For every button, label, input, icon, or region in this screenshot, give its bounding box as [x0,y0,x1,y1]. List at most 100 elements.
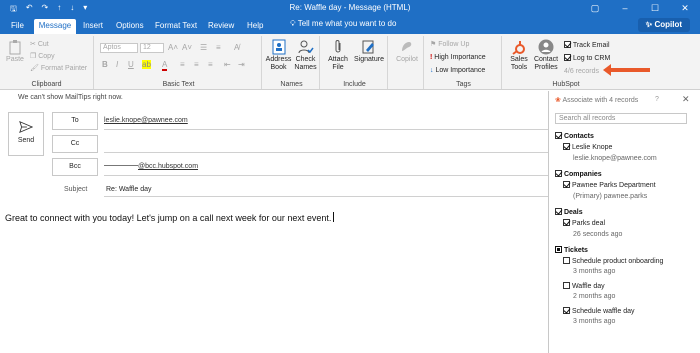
to-field[interactable]: leslie.knope@pawnee.com [104,112,548,130]
subject-field[interactable]: Re: Waffle day [106,186,152,193]
ticket-checkbox[interactable] [563,282,570,289]
copilot-button[interactable]: ✨︎ Copilot [637,18,690,32]
maximize-icon[interactable]: ☐ [640,0,670,16]
tab-review[interactable]: Review [205,19,237,34]
align-right-icon[interactable]: ≡ [208,60,213,69]
high-importance-button[interactable]: ! High Importance [430,53,486,62]
cut-button[interactable]: ✂ Cut [30,40,49,49]
log-to-crm-toggle[interactable]: Log to CRM [564,54,610,63]
ticket-record[interactable]: Schedule product onboarding [563,257,663,265]
tab-format-text[interactable]: Format Text [152,19,200,34]
contacts-section[interactable]: Contacts [555,132,594,140]
tickets-section[interactable]: Tickets [555,246,588,254]
font-size-select[interactable]: 12 [140,43,164,53]
address-book-icon [272,39,285,55]
subject-divider [104,196,548,197]
company-record[interactable]: Pawnee Parks Department [563,181,656,189]
companies-checkbox[interactable] [555,170,562,177]
deals-checkbox[interactable] [555,208,562,215]
align-center-icon[interactable]: ≡ [194,60,199,69]
underline-icon[interactable]: U [128,60,134,69]
tab-message[interactable]: Message [34,19,76,34]
bullets-icon[interactable]: ☰ [200,43,207,52]
bcc-field[interactable]: @bcc.hubspot.com [104,158,548,176]
indent-icon[interactable]: ⇥ [238,60,245,69]
tab-insert[interactable]: Insert [80,19,106,34]
tab-help[interactable]: Help [244,19,266,34]
check-names-button[interactable]: Check Names [292,39,319,72]
search-records-input[interactable]: Search all records [555,113,687,124]
clear-format-icon[interactable]: A̸ [234,43,239,52]
contact-profiles-button[interactable]: Contact Profiles [532,39,560,72]
hubspot-sprocket-icon [512,41,525,55]
subject-label: Subject [64,186,88,193]
font-name-select[interactable]: Aptos [100,43,138,53]
tickets-checkbox[interactable] [555,246,562,253]
annotation-arrow-icon [603,64,650,76]
bold-icon[interactable]: B [102,60,108,69]
copilot-group: Copilot [390,36,424,89]
copilot-ribbon-button[interactable]: Copilot [392,39,422,64]
track-email-checkbox[interactable] [564,41,571,48]
track-email-toggle[interactable]: Track Email [564,41,610,50]
cc-field[interactable] [104,135,548,153]
align-left-icon[interactable]: ≡ [180,60,185,69]
contact-checkbox[interactable] [563,143,570,150]
shrink-font-icon[interactable]: A˅ [182,43,192,52]
follow-up-button[interactable]: ⚑ Follow Up [430,40,469,49]
log-to-crm-checkbox[interactable] [564,54,571,61]
to-button[interactable]: To [52,112,98,130]
close-icon[interactable]: ✕ [670,0,700,16]
flag-icon: ⚑ [430,41,437,48]
tell-me-search[interactable]: 💡︎ Tell me what you want to do [290,19,396,29]
company-checkbox[interactable] [563,181,570,188]
outdent-icon[interactable]: ⇤ [224,60,231,69]
contact-profile-icon [538,39,554,55]
attach-file-button[interactable]: Attach File [325,39,351,72]
ticket-time: 3 months ago [573,268,616,275]
format-painter-button[interactable]: 🖌︎ Format Painter [30,64,87,73]
copy-icon: ❐ [30,53,37,60]
message-body[interactable]: Great to connect with you today! Let's j… [5,212,335,223]
hubspot-group: Sales Tools Contact Profiles Track Email… [504,36,628,89]
pane-header: ❀ Associate with 4 records [555,97,639,104]
tab-options[interactable]: Options [113,19,147,34]
grow-font-icon[interactable]: A˄ [168,43,178,52]
help-icon[interactable]: ? [655,96,659,103]
clipboard-group: Paste ✂ Cut ❐ Copy 🖌︎ Format Painter Cli… [0,36,94,89]
contact-record[interactable]: Leslie Knope [563,143,612,151]
tab-file[interactable]: File [8,19,27,34]
deals-section[interactable]: Deals [555,208,583,216]
address-book-button[interactable]: Address Book [265,39,292,72]
deal-record[interactable]: Parks deal [563,219,605,227]
minimize-icon[interactable]: – [610,0,640,16]
font-color-icon[interactable]: A [162,60,168,71]
bcc-button[interactable]: Bcc [52,158,98,176]
records-count-button[interactable]: 4/6 records [564,67,599,76]
close-pane-icon[interactable]: ✕ [682,94,690,105]
cc-button[interactable]: Cc [52,135,98,153]
deal-checkbox[interactable] [563,219,570,226]
companies-section[interactable]: Companies [555,170,602,178]
names-group: Address Book Check Names Names [264,36,320,89]
redacted-text [104,165,138,166]
low-importance-button[interactable]: ↓ Low Importance [430,66,485,75]
paste-button[interactable]: Paste [3,39,27,64]
ticket-checkbox[interactable] [563,257,570,264]
send-button[interactable]: Send [8,112,44,156]
deal-time: 26 seconds ago [573,231,623,238]
ticket-checkbox[interactable] [563,307,570,314]
ticket-record[interactable]: Schedule waffle day [563,307,634,315]
clipboard-label: Clipboard [31,81,62,88]
italic-icon[interactable]: I [116,60,118,69]
highlight-icon[interactable]: ab [142,60,151,69]
contacts-checkbox[interactable] [555,132,562,139]
ticket-record[interactable]: Waffle day [563,282,605,290]
ribbon-display-icon[interactable]: ▢ [580,0,610,16]
tags-group: ⚑ Follow Up ! High Importance ↓ Low Impo… [426,36,502,89]
signature-button[interactable]: Signature [352,39,386,64]
numbering-icon[interactable]: ≡ [216,43,221,52]
copy-button[interactable]: ❐ Copy [30,52,55,61]
sales-tools-button[interactable]: Sales Tools [506,39,532,72]
text-caret [333,212,335,222]
